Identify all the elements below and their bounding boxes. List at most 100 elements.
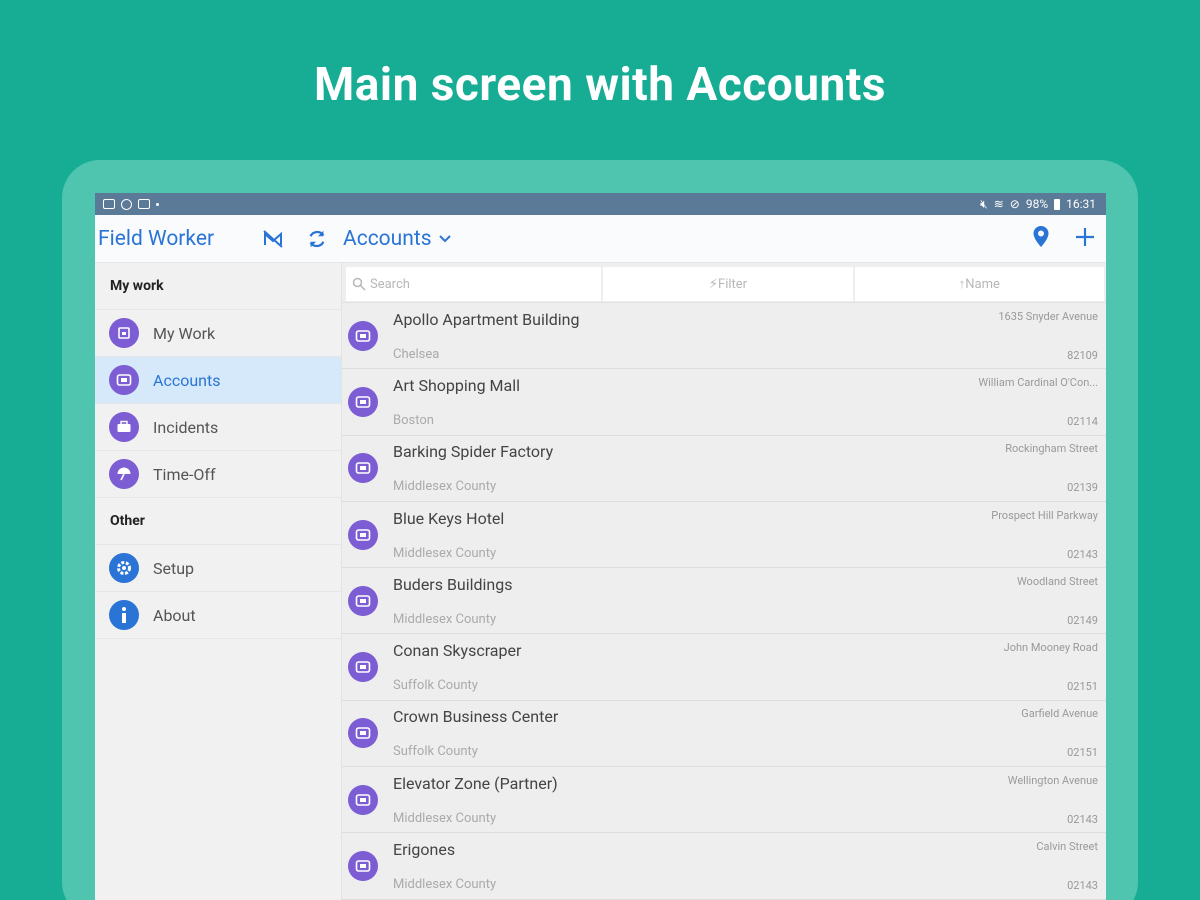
account-name: Erigones	[393, 840, 456, 860]
building-icon	[348, 519, 378, 550]
account-name: Art Shopping Mall	[393, 375, 520, 395]
account-street: Garfield Avenue	[1021, 707, 1098, 721]
image-icon	[103, 199, 115, 209]
account-name: Conan Skyscraper	[393, 641, 522, 661]
sidebar-section-my-work: My work	[95, 263, 341, 310]
add-icon[interactable]	[1074, 226, 1096, 252]
account-area: Chelsea	[393, 346, 440, 362]
lightning-icon: ⚡︎	[708, 276, 719, 292]
accounts-list: Apollo Apartment Building Chelsea 1635 Sny…	[342, 303, 1106, 900]
search-placeholder: Search	[370, 276, 410, 292]
account-street: Calvin Street	[1036, 840, 1098, 854]
account-street: Wellington Avenue	[1007, 773, 1098, 787]
calendar-icon	[109, 318, 139, 348]
list-item[interactable]: Crown Business Center Suffolk County Garfi…	[342, 701, 1106, 768]
account-street: Rockingham Street	[1005, 442, 1098, 456]
view-selector[interactable]: Accounts	[343, 227, 452, 251]
account-name: Apollo Apartment Building	[393, 309, 580, 329]
list-item[interactable]: Buders Buildings Middlesex County Woodland…	[342, 568, 1106, 635]
sidebar: My work My Work Accounts Incidents Time-…	[95, 263, 342, 900]
dnd-icon: ⊘	[1009, 197, 1020, 211]
account-name: Barking Spider Factory	[393, 442, 554, 462]
search-icon	[352, 277, 366, 291]
info-icon	[109, 600, 139, 630]
sync-status-icon	[121, 198, 132, 210]
account-zip: 02143	[1067, 879, 1098, 893]
app-screen: 🔇︎ ≋ ⊘ 98% 16:31 Field Worker Accounts M…	[95, 193, 1106, 900]
mute-icon: 🔇︎	[980, 196, 988, 211]
account-area: Middlesex County	[393, 479, 497, 495]
sidebar-item-incidents[interactable]: Incidents	[95, 404, 341, 451]
account-street: John Mooney Road	[1003, 641, 1098, 655]
map-pin-icon[interactable]	[1032, 225, 1050, 253]
sort-button[interactable]: ↑ Name	[854, 267, 1104, 301]
dot-icon	[156, 202, 159, 206]
account-zip: 02114	[1067, 414, 1098, 428]
account-street: William Cardinal O'Con...	[978, 375, 1098, 389]
account-street: Woodland Street	[1016, 574, 1098, 588]
sidebar-item-label: My Work	[153, 323, 216, 343]
list-item[interactable]: Art Shopping Mall Boston William Cardinal …	[342, 369, 1106, 436]
wifi-icon: ≋	[993, 197, 1004, 211]
account-area: Middlesex County	[393, 611, 497, 627]
account-area: Suffolk County	[393, 678, 478, 694]
building-icon	[348, 585, 378, 616]
building-icon	[348, 784, 378, 815]
toolbox-icon	[109, 412, 139, 442]
sidebar-item-my-work[interactable]: My Work	[95, 310, 341, 357]
battery-level: 98%	[1025, 197, 1049, 211]
sidebar-item-accounts[interactable]: Accounts	[95, 357, 341, 404]
umbrella-icon	[109, 459, 139, 489]
offline-mode-icon[interactable]	[259, 225, 287, 253]
gear-icon	[109, 553, 139, 583]
page-headline: Main screen with Accounts	[314, 58, 886, 112]
account-area: Middlesex County	[393, 877, 497, 893]
account-zip: 82109	[1067, 348, 1098, 362]
account-zip: 02143	[1067, 812, 1098, 826]
list-item[interactable]: Erigones Middlesex County Calvin Street 021…	[342, 833, 1106, 900]
sort-label: Name	[965, 276, 1000, 292]
accounts-list-pane: Search ⚡︎ Filter ↑ Name Apollo Apartment…	[342, 263, 1106, 900]
sync-icon[interactable]	[303, 225, 331, 253]
account-name: Buders Buildings	[393, 574, 513, 594]
filter-button[interactable]: ⚡︎ Filter	[603, 267, 853, 301]
sidebar-item-label: About	[153, 605, 196, 625]
account-zip: 02149	[1067, 613, 1098, 627]
sidebar-section-other: Other	[95, 498, 341, 545]
building-icon	[348, 386, 378, 417]
status-bar: 🔇︎ ≋ ⊘ 98% 16:31	[95, 193, 1106, 215]
account-zip: 02143	[1067, 547, 1098, 561]
list-item[interactable]: Apollo Apartment Building Chelsea 1635 Sny…	[342, 303, 1106, 370]
filter-bar: Search ⚡︎ Filter ↑ Name	[342, 263, 1106, 303]
account-street: 1635 Snyder Avenue	[998, 309, 1098, 323]
building-icon	[348, 718, 378, 749]
sidebar-item-label: Setup	[153, 558, 195, 578]
sidebar-item-label: Accounts	[153, 370, 221, 390]
search-input[interactable]: Search	[346, 267, 602, 301]
sidebar-item-about[interactable]: About	[95, 592, 341, 639]
sidebar-item-label: Incidents	[153, 417, 219, 437]
account-area: Boston	[393, 412, 434, 428]
building-icon	[348, 320, 378, 351]
building-icon	[348, 652, 378, 683]
list-item[interactable]: Blue Keys Hotel Middlesex County Prospect …	[342, 502, 1106, 569]
list-item[interactable]: Barking Spider Factory Middlesex County Ro…	[342, 436, 1106, 502]
view-selector-label: Accounts	[343, 226, 432, 251]
account-name: Blue Keys Hotel	[393, 508, 505, 528]
account-area: Middlesex County	[393, 545, 497, 561]
list-item[interactable]: Elevator Zone (Partner) Middlesex County W…	[342, 767, 1106, 834]
building-icon	[348, 851, 378, 882]
sidebar-item-setup[interactable]: Setup	[95, 545, 341, 592]
chevron-down-icon	[438, 234, 451, 242]
sidebar-item-time-off[interactable]: Time-Off	[95, 451, 341, 498]
account-zip: 02139	[1067, 481, 1098, 495]
sidebar-item-label: Time-Off	[153, 464, 216, 484]
app-bar: Field Worker Accounts	[95, 215, 1106, 263]
list-item[interactable]: Conan Skyscraper Suffolk County John Moone…	[342, 634, 1106, 701]
app-title: Field Worker	[98, 226, 215, 251]
building-icon	[348, 453, 378, 484]
building-icon	[109, 365, 139, 395]
filter-label: Filter	[718, 276, 748, 292]
account-area: Middlesex County	[393, 810, 497, 826]
battery-icon	[1054, 198, 1061, 210]
